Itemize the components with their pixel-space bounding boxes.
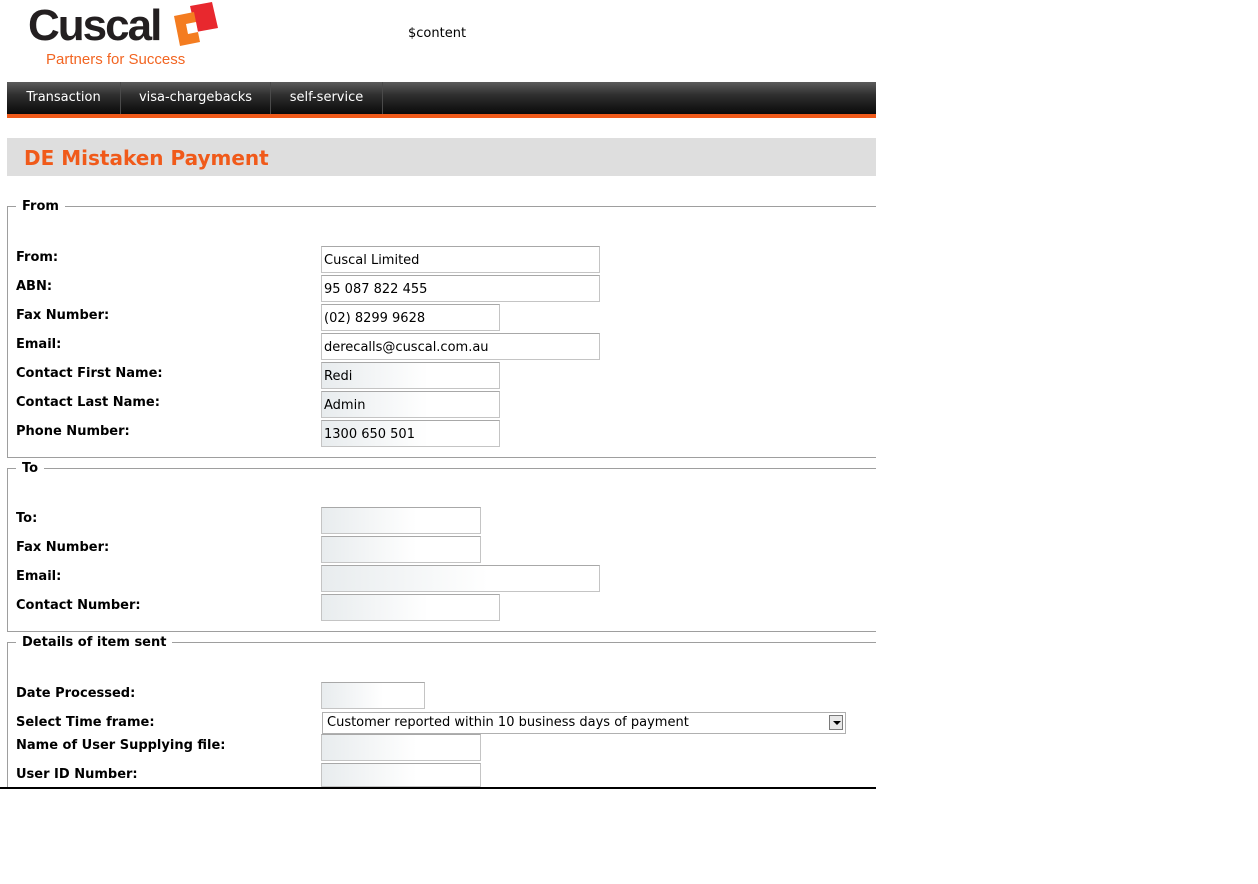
main-nav: Transaction visa-chargebacks self-servic…	[7, 82, 876, 118]
to-fax-label: Fax Number:	[16, 540, 110, 555]
contact-first-name-field[interactable]: Redi	[321, 362, 500, 389]
from-label: From:	[16, 250, 59, 265]
phone-number-label: Phone Number:	[16, 424, 130, 439]
abn-label: ABN:	[16, 279, 53, 294]
logo-tagline: Partners for Success	[46, 51, 186, 68]
user-id-label: User ID Number:	[16, 767, 138, 782]
page-title: DE Mistaken Payment	[24, 146, 269, 170]
frame-bottom-edge	[0, 787, 876, 789]
details-fieldset-left-border	[7, 642, 8, 788]
from-email-field[interactable]: derecalls@cuscal.com.au	[321, 333, 600, 360]
to-fax-field[interactable]	[321, 536, 481, 563]
chevron-down-icon[interactable]	[829, 715, 843, 730]
contact-number-label: Contact Number:	[16, 598, 141, 613]
to-legend: To	[16, 461, 45, 477]
contact-first-name-label: Contact First Name:	[16, 366, 163, 381]
time-frame-label: Select Time frame:	[16, 715, 155, 730]
to-email-label: Email:	[16, 569, 62, 584]
to-field[interactable]	[321, 507, 481, 534]
to-fieldset-border	[7, 468, 876, 469]
content-placeholder: $content	[408, 26, 467, 41]
to-fieldset-left-border	[7, 468, 8, 631]
time-frame-select[interactable]: Customer reported within 10 business day…	[322, 712, 846, 734]
contact-last-name-field[interactable]: Admin	[321, 391, 500, 418]
date-processed-field[interactable]	[321, 682, 425, 709]
nav-item-self-service[interactable]: self-service	[271, 82, 383, 114]
from-fax-field[interactable]: (02) 8299 9628	[321, 304, 500, 331]
nav-item-transaction[interactable]: Transaction	[7, 82, 121, 114]
phone-number-field[interactable]: 1300 650 501	[321, 420, 500, 447]
date-processed-label: Date Processed:	[16, 686, 136, 701]
contact-number-field[interactable]	[321, 594, 500, 621]
from-fieldset-left-border	[7, 206, 8, 457]
to-email-field[interactable]	[321, 565, 600, 592]
logo-wordmark: Cuscal	[28, 1, 162, 50]
contact-last-name-label: Contact Last Name:	[16, 395, 160, 410]
from-legend: From	[16, 199, 65, 215]
user-id-field[interactable]	[321, 763, 481, 787]
to-label: To:	[16, 511, 38, 526]
to-fieldset-bottom-border	[7, 631, 876, 632]
from-fieldset-bottom-border	[7, 457, 876, 458]
logo-mark-icon	[174, 2, 218, 46]
user-supplying-file-label: Name of User Supplying file:	[16, 738, 226, 753]
cuscal-logo: Cuscal Partners for Success	[28, 2, 228, 72]
from-field[interactable]: Cuscal Limited	[321, 246, 600, 273]
details-legend: Details of item sent	[16, 635, 173, 651]
time-frame-selected-value: Customer reported within 10 business day…	[327, 715, 689, 730]
from-email-label: Email:	[16, 337, 62, 352]
nav-item-visa-chargebacks[interactable]: visa-chargebacks	[121, 82, 271, 114]
page-title-bar: DE Mistaken Payment	[7, 138, 876, 176]
from-fieldset-border	[7, 206, 876, 207]
abn-field[interactable]: 95 087 822 455	[321, 275, 600, 302]
user-supplying-file-field[interactable]	[321, 734, 481, 761]
from-fax-label: Fax Number:	[16, 308, 110, 323]
